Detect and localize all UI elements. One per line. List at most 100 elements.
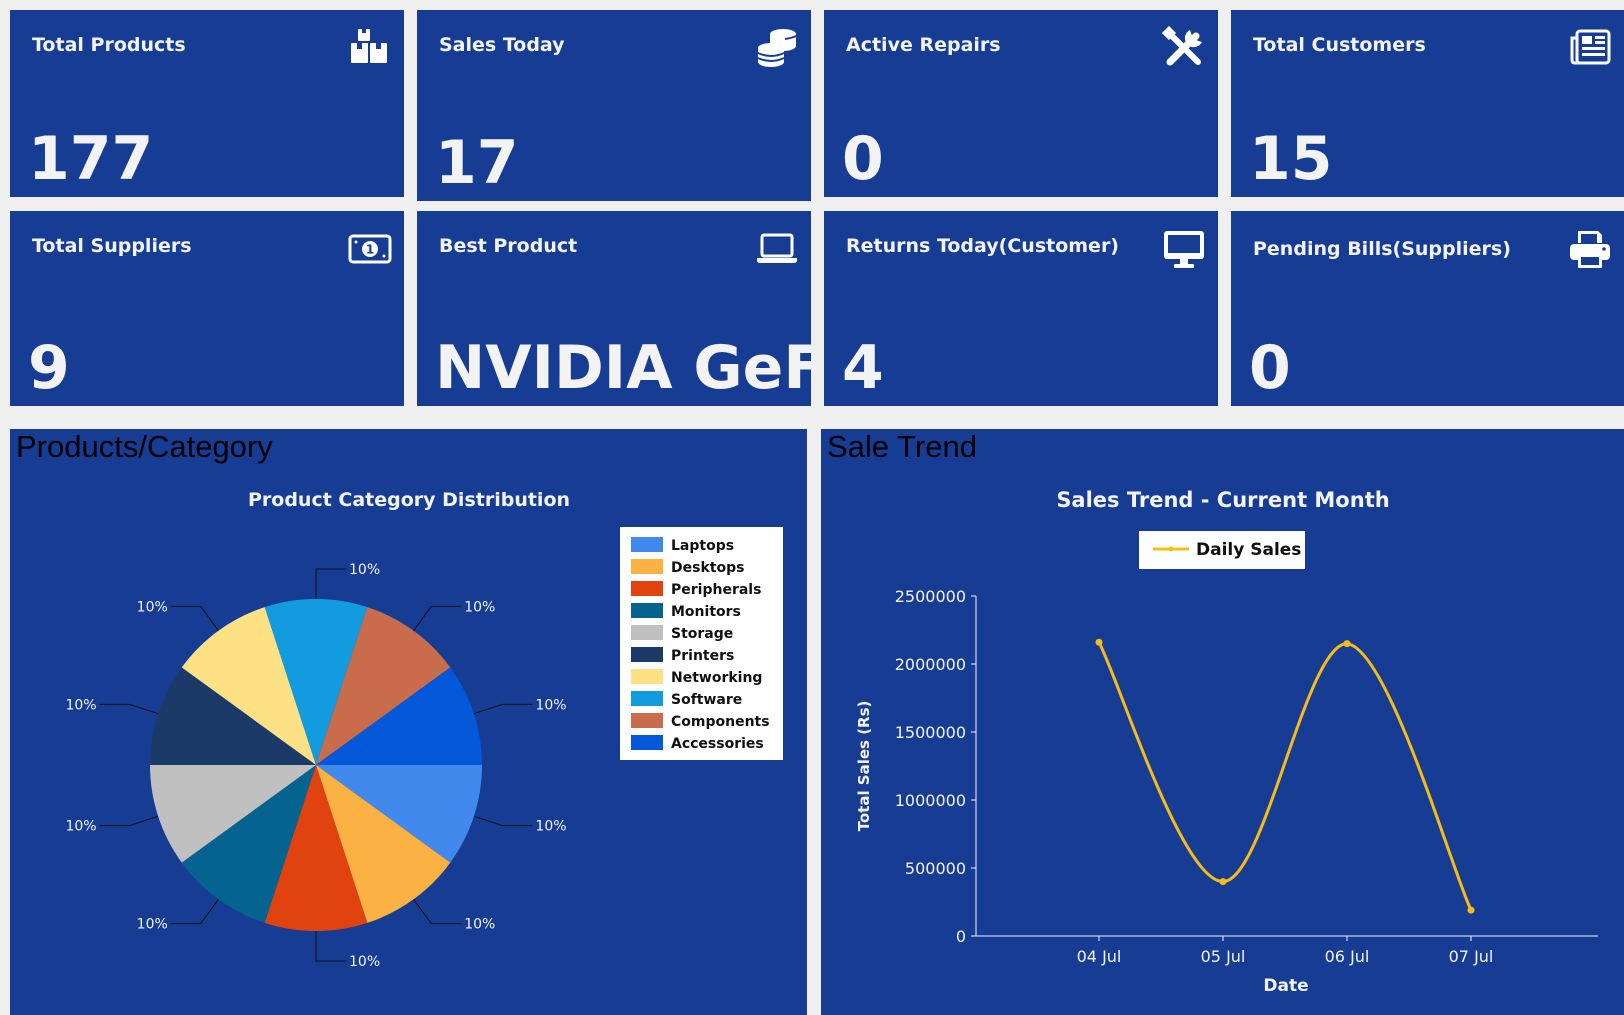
tools-icon: [1162, 26, 1202, 66]
legend-swatch-printers: [631, 647, 663, 662]
y-tick-label: 500000: [905, 859, 966, 878]
legend-label-printers: Printers: [671, 648, 734, 664]
coins-icon: [757, 29, 797, 67]
legend-swatch-software: [631, 691, 663, 706]
x-tick-label: 06 Jul: [1325, 947, 1370, 966]
stat-card-active-repairs[interactable]: Active Repairs 0: [824, 10, 1218, 197]
card-value: 4: [842, 333, 884, 403]
legend-label-accessories: Accessories: [671, 736, 764, 752]
pie-leader-line: [413, 605, 462, 631]
card-value: 15: [1249, 124, 1333, 194]
pie-leader-line: [99, 815, 159, 827]
data-point: [1095, 638, 1103, 646]
pie-slice-label: 10%: [464, 917, 495, 933]
card-value: NVIDIA GeForce: [435, 333, 811, 403]
card-value: 0: [842, 124, 884, 194]
laptop-icon: [757, 233, 797, 263]
legend-label: Daily Sales: [1196, 540, 1301, 560]
x-axis-label: Date: [1263, 976, 1308, 996]
chart-title: Sales Trend - Current Month: [1056, 488, 1389, 512]
series-line-daily-sales: [1097, 641, 1473, 911]
legend-swatch-laptops: [631, 537, 663, 552]
legend-label-networking: Networking: [671, 670, 762, 686]
y-axis-label: Total Sales (Rs): [855, 701, 873, 832]
card-title: Active Repairs: [846, 34, 1001, 56]
card-value: 0: [1249, 333, 1291, 403]
card-value: 17: [435, 128, 519, 198]
card-value: 9: [28, 333, 70, 403]
legend-label-components: Components: [671, 714, 770, 730]
pie-slice-label: 10%: [464, 599, 495, 615]
legend-label-monitors: Monitors: [671, 604, 741, 620]
pie-slice-label: 10%: [65, 697, 96, 713]
y-tick-label: 1000000: [895, 791, 966, 810]
legend-swatch-networking: [631, 669, 663, 684]
card-title: Total Products: [32, 34, 186, 56]
x-tick-label: 07 Jul: [1449, 947, 1494, 966]
stat-card-best-product[interactable]: Best Product NVIDIA GeForce: [417, 211, 811, 406]
card-title: Total Suppliers: [32, 235, 192, 257]
stat-card-total-products[interactable]: Total Products 177: [10, 10, 404, 197]
y-tick-label: 2000000: [895, 655, 966, 674]
pie-leader-line: [473, 815, 533, 827]
pie-leader-line: [170, 605, 219, 631]
category-pie-chart: Product Category Distribution 10% 10% 10% 1…: [65, 489, 783, 970]
legend-swatch-components: [631, 713, 663, 728]
stat-card-total-suppliers[interactable]: Total Suppliers 1 9: [10, 211, 404, 406]
pie-slice-label: 10%: [349, 954, 380, 970]
x-tick-label: 04 Jul: [1077, 947, 1122, 966]
card-value: 177: [28, 124, 154, 194]
data-point: [1343, 640, 1351, 648]
legend-swatch-accessories: [631, 735, 663, 750]
legend-swatch-monitors: [631, 603, 663, 618]
legend-label-peripherals: Peripherals: [671, 582, 761, 598]
svg-text:1: 1: [366, 243, 374, 257]
card-title: Total Customers: [1253, 34, 1426, 56]
legend-label-software: Software: [671, 692, 742, 708]
pie-slice-label: 10%: [535, 819, 566, 835]
pie-leader-line: [473, 703, 533, 715]
data-point: [1219, 878, 1227, 886]
stat-card-total-customers[interactable]: Total Customers 15: [1231, 10, 1624, 197]
stat-card-returns-today[interactable]: Returns Today(Customer) 4: [824, 211, 1218, 406]
y-tick-label: 1500000: [895, 723, 966, 742]
legend-label-desktops: Desktops: [671, 560, 744, 576]
card-title: Best Product: [439, 235, 578, 257]
sales-trend-line-chart: Sales Trend - Current Month Daily Sales …: [855, 488, 1598, 996]
sale-trend-panel: Sale Trend Sales Trend - Current Month D…: [821, 429, 1624, 1015]
stat-card-pending-bills[interactable]: Pending Bills(Suppliers) 0: [1231, 211, 1624, 406]
card-title: Pending Bills(Suppliers): [1253, 238, 1511, 260]
pie-slice-label: 10%: [65, 819, 96, 835]
chart-legend: Laptops Desktops Peripherals Monitors Storag…: [620, 527, 783, 760]
x-tick-label: 05 Jul: [1201, 947, 1246, 966]
pie-leader-line: [315, 568, 346, 599]
pie-leader-line: [413, 899, 462, 925]
pie-leader-line: [99, 703, 159, 715]
y-tick-label: 0: [956, 927, 966, 946]
chart-legend: Daily Sales: [1139, 531, 1305, 569]
card-title: Returns Today(Customer): [846, 235, 1119, 257]
pie-leader-line: [170, 899, 219, 925]
boxes-icon: [351, 29, 387, 63]
pie-leader-line: [315, 931, 346, 962]
money-bill-icon: 1: [348, 234, 392, 264]
pie-slice-label: 10%: [349, 562, 380, 578]
legend-swatch-storage: [631, 625, 663, 640]
legend-marker-daily-sales: [1168, 546, 1174, 552]
newspaper-icon: [1570, 29, 1611, 65]
card-title: Sales Today: [439, 34, 565, 56]
pie-slice-label: 10%: [535, 697, 566, 713]
stat-card-sales-today[interactable]: Sales Today 17: [417, 10, 811, 201]
legend-swatch-desktops: [631, 559, 663, 574]
legend-swatch-peripherals: [631, 581, 663, 596]
products-category-panel: Products/Category Product Category Distr…: [10, 429, 807, 1015]
chart-title: Product Category Distribution: [248, 489, 570, 511]
pie-slice-label: 10%: [137, 599, 168, 615]
legend-label-storage: Storage: [671, 626, 733, 642]
legend-label-laptops: Laptops: [671, 538, 734, 554]
desktop-icon: [1164, 231, 1204, 268]
y-tick-label: 2500000: [895, 587, 966, 606]
printer-icon: [1570, 231, 1610, 268]
data-point: [1467, 906, 1475, 914]
pie-slice-label: 10%: [137, 917, 168, 933]
